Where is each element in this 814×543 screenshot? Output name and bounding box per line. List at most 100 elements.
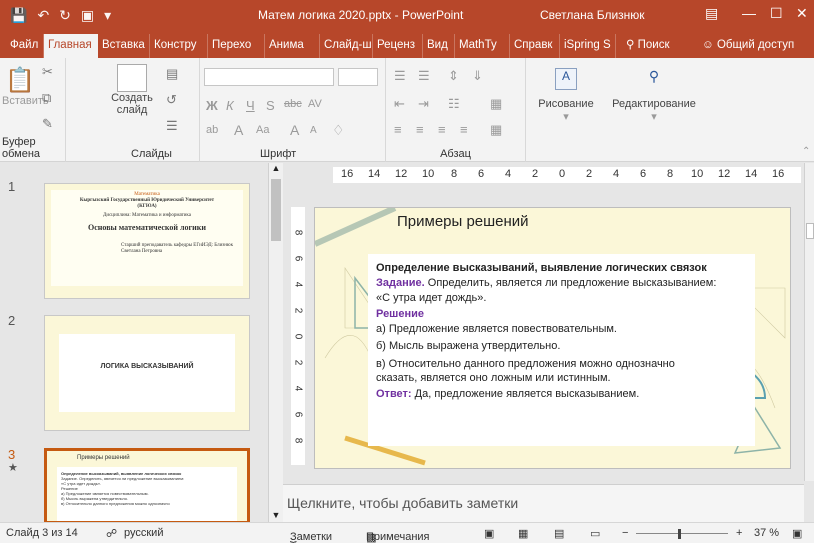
justify-icon[interactable]: ≡ [460, 122, 468, 137]
tab-search-label: Поиск [637, 39, 670, 51]
slideshow-icon[interactable]: ▭ [590, 527, 600, 540]
highlight-icon[interactable]: ab [206, 124, 218, 136]
change-case-icon[interactable]: Aa [256, 124, 269, 136]
zoom-in-icon[interactable]: + [736, 527, 742, 539]
slide-title[interactable]: Примеры решений [397, 213, 529, 230]
redo-icon[interactable]: ↻ [59, 7, 71, 24]
scrollbar-thumb[interactable] [271, 179, 281, 241]
paste-label: Вставить [2, 95, 49, 107]
zoom-level[interactable]: 37 % [754, 527, 779, 539]
thumbnails-scrollbar[interactable]: ▲ ▼ [268, 163, 283, 522]
align-text-icon[interactable]: ▦ [490, 96, 502, 112]
line-spacing-icon[interactable]: ⇕ [448, 68, 459, 84]
align-left-icon[interactable]: ≡ [394, 122, 402, 137]
maximize-icon[interactable]: ☐ [770, 5, 783, 22]
text-direction-icon[interactable]: ⇓ [472, 68, 483, 84]
strikethrough-icon[interactable]: abc [284, 98, 302, 110]
scrollbar-thumb[interactable] [806, 223, 814, 239]
ruler-mark: 4 [613, 168, 620, 180]
underline-icon[interactable]: Ч [246, 98, 255, 113]
layout-icon[interactable]: ▤ [166, 66, 178, 82]
increase-indent-icon[interactable]: ⇥ [418, 96, 429, 112]
numbering-icon[interactable]: ☰ [418, 68, 430, 84]
tab-insert[interactable]: Вставка [98, 34, 150, 58]
font-color-icon[interactable]: A [234, 122, 243, 138]
slide-thumbnail-2[interactable]: ЛОГИКА ВЫСКАЗЫВАНИЙ [44, 315, 250, 431]
fit-to-window-icon[interactable]: ▣ [792, 527, 802, 540]
customize-qa-icon[interactable]: ▾ [104, 7, 111, 24]
share-button[interactable]: ☺ Общий доступ [698, 34, 806, 58]
increase-font-icon[interactable]: A [290, 122, 299, 138]
editing-button[interactable]: ⚲ Редактирование ▾ [606, 68, 702, 123]
collapse-ribbon-icon[interactable]: ⌃ [802, 146, 810, 157]
presenter-icon[interactable]: ▣ [81, 7, 94, 24]
ruler-mark: 12 [395, 168, 408, 180]
quick-access-toolbar: 💾 ↶ ↻ ▣ ▾ [0, 7, 210, 24]
paste-button[interactable]: 📋 Вставить [2, 66, 49, 107]
save-icon[interactable]: 💾 [10, 7, 27, 24]
bullets-icon[interactable]: ☰ [394, 68, 406, 84]
slide-thumbnail-1[interactable]: Математика Кыргызский Государственный Юр… [44, 183, 250, 299]
section-icon[interactable]: ☰ [166, 118, 178, 134]
columns-icon[interactable]: ☷ [448, 96, 460, 112]
slide-thumbnail-3[interactable]: Примеры решений Определение высказываний… [44, 448, 250, 524]
zoom-slider-track[interactable] [636, 533, 728, 534]
tab-design[interactable]: Констру [150, 34, 208, 58]
tab-home[interactable]: Главная [44, 34, 98, 58]
align-right-icon[interactable]: ≡ [438, 122, 446, 137]
decrease-font-icon[interactable]: A [310, 125, 317, 136]
tab-review[interactable]: Реценз [373, 34, 423, 58]
slide-sorter-icon[interactable]: ▦ [518, 527, 528, 540]
copy-icon[interactable]: ⧉ [42, 90, 51, 106]
scroll-down-icon[interactable]: ▼ [269, 510, 283, 520]
tab-slideshow[interactable]: Слайд-ш [320, 34, 373, 58]
bold-icon[interactable]: Ж [206, 98, 218, 113]
format-painter-icon[interactable]: ✎ [42, 116, 53, 132]
ruler-mark: 2 [292, 359, 304, 366]
slide-canvas[interactable]: Примеры решений Определение высказываний… [314, 207, 791, 469]
tab-search[interactable]: ⚲ Поиск [622, 34, 692, 58]
font-size-select[interactable] [338, 68, 378, 86]
char-spacing-icon[interactable]: AV [308, 98, 322, 110]
italic-icon[interactable]: К [226, 98, 234, 113]
cut-icon[interactable]: ✂ [42, 64, 53, 80]
user-name[interactable]: Светлана Близнюк [540, 8, 645, 22]
notes-placeholder[interactable]: Щелкните, чтобы добавить заметки [287, 495, 518, 511]
normal-view-icon[interactable]: ▣ [484, 527, 494, 540]
close-icon[interactable]: ✕ [796, 5, 808, 22]
thumb-number: 1 [8, 179, 16, 194]
scroll-up-icon[interactable]: ▲ [269, 163, 283, 173]
tab-animations[interactable]: Анима [265, 34, 320, 58]
minimize-icon[interactable]: — [742, 5, 756, 21]
zoom-out-icon[interactable]: − [622, 527, 628, 539]
tab-ispring[interactable]: iSpring S [560, 34, 616, 58]
ruler-mark: 0 [292, 333, 304, 340]
person-icon: ☺ [702, 39, 717, 51]
ribbon-display-options-icon[interactable]: ▤ [705, 5, 718, 22]
shadow-icon[interactable]: S [266, 98, 275, 113]
reset-icon[interactable]: ↺ [166, 92, 177, 108]
reading-view-icon[interactable]: ▤ [554, 527, 564, 540]
editor-scrollbar[interactable] [804, 163, 814, 481]
new-slide-button[interactable]: Создать слайд [108, 64, 156, 116]
align-center-icon[interactable]: ≡ [416, 122, 424, 137]
thumb-title: Примеры решений [77, 455, 130, 461]
decrease-indent-icon[interactable]: ⇤ [394, 96, 405, 112]
slide-task-line: Задание. Определить, является ли предлож… [376, 277, 751, 290]
slide-content-box[interactable]: Определение высказываний, выявление логи… [368, 254, 755, 446]
smartart-icon[interactable]: ▦ [490, 122, 502, 138]
tab-view[interactable]: Вид [423, 34, 455, 58]
tab-file[interactable]: Файл [0, 34, 44, 58]
ruler-mark: 8 [292, 229, 304, 236]
font-family-select[interactable] [204, 68, 334, 86]
drawing-button[interactable]: A Рисование ▾ [528, 68, 604, 123]
tab-mathtype[interactable]: MathTy [455, 34, 510, 58]
clear-format-icon[interactable]: ♢ [332, 122, 345, 139]
spellcheck-icon[interactable]: ☍ [106, 527, 117, 540]
language-indicator[interactable]: русский [124, 527, 163, 539]
zoom-slider-handle[interactable] [678, 529, 681, 539]
tab-transitions[interactable]: Перехо [208, 34, 265, 58]
notes-pane[interactable]: Щелкните, чтобы добавить заметки [283, 484, 804, 522]
tab-help[interactable]: Справк [510, 34, 560, 58]
undo-icon[interactable]: ↶ [37, 7, 49, 24]
